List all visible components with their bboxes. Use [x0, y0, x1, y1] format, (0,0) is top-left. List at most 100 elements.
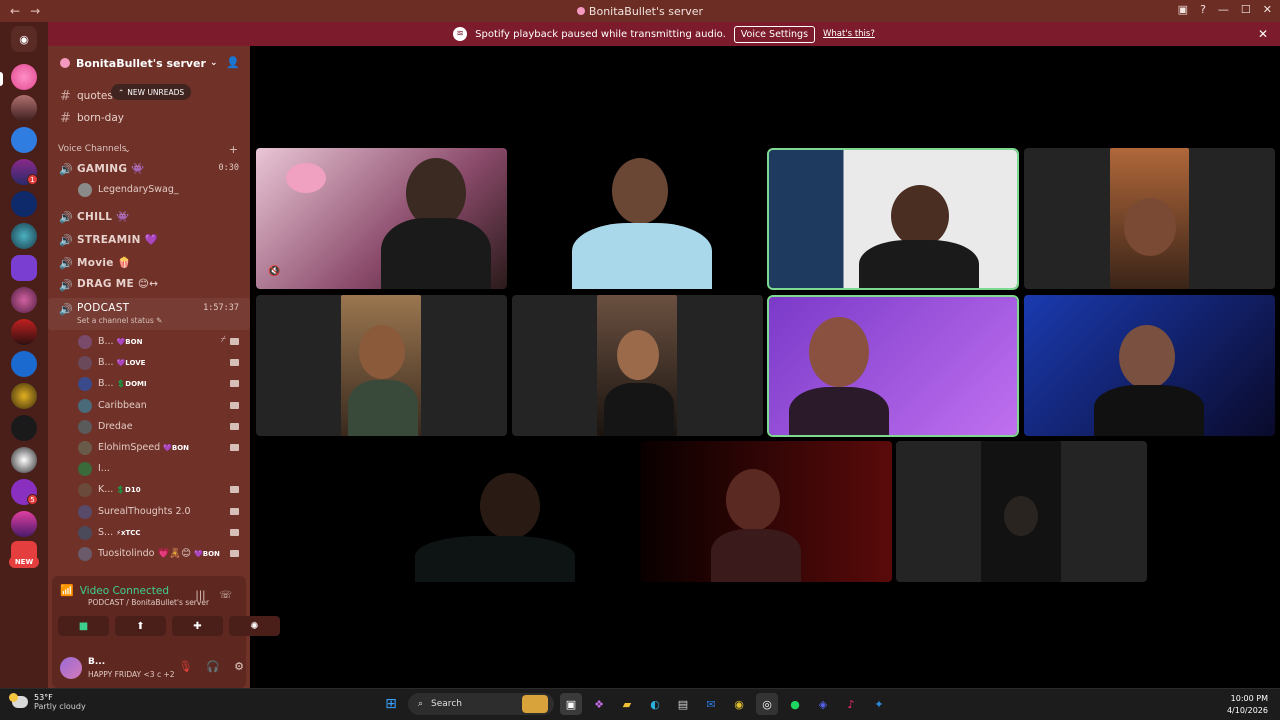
forward-button[interactable]: →: [30, 4, 40, 18]
chevron-down-icon: ⌄: [209, 58, 218, 68]
close-window-button[interactable]: ✕: [1263, 3, 1272, 16]
new-badge: NEW: [9, 556, 39, 568]
chrome-icon[interactable]: ◉: [728, 693, 750, 715]
close-notice-icon[interactable]: ✕: [1258, 27, 1268, 41]
windows-start-icon[interactable]: ⊞: [380, 693, 402, 715]
voice-member[interactable]: B... 💲DOMI: [48, 374, 250, 394]
member-name: K... 💲D10: [98, 484, 141, 495]
channel-status[interactable]: Set a channel status ✎: [77, 316, 162, 325]
copilot-icon[interactable]: ❖: [588, 693, 610, 715]
voice-channel-gaming[interactable]: 🔊 GAMING 👾 0:30: [48, 158, 250, 180]
avatar[interactable]: [60, 657, 82, 679]
voice-member[interactable]: Caribbean: [48, 396, 250, 416]
server-icon[interactable]: [11, 351, 37, 377]
screen-share-button[interactable]: ⬆: [115, 616, 166, 636]
voice-member[interactable]: I...: [48, 459, 250, 479]
video-tile[interactable]: 🔇: [256, 148, 507, 289]
voice-location[interactable]: PODCAST / BonitaBullet's server: [88, 598, 209, 607]
voice-status[interactable]: 📶 Video Connected: [60, 584, 169, 597]
voice-member[interactable]: S... ⚡xTCC: [48, 523, 250, 543]
server-icon[interactable]: [11, 511, 37, 537]
voice-category-header[interactable]: Voice Channels ⌄ +: [48, 139, 250, 159]
minimize-button[interactable]: —: [1218, 3, 1229, 16]
voice-member[interactable]: SurealThoughts 2.0: [48, 502, 250, 522]
voice-channel-podcast[interactable]: 🔊 PODCAST 1:57:37 Set a channel status ✎: [48, 298, 250, 330]
video-tile[interactable]: [1024, 148, 1275, 289]
server-icon[interactable]: [11, 64, 37, 90]
voice-channel-streamin[interactable]: 🔊 STREAMIN 💜: [48, 229, 250, 251]
add-member-icon[interactable]: 👤: [226, 56, 240, 69]
help-icon[interactable]: ?: [1200, 3, 1206, 16]
text-channel[interactable]: # born-day: [48, 108, 250, 128]
discord-icon[interactable]: ◈: [812, 693, 834, 715]
activities-button[interactable]: ✚: [172, 616, 223, 636]
new-unreads-pill[interactable]: ⌃ NEW UNREADS: [111, 84, 192, 100]
obs-icon[interactable]: ◎: [756, 693, 778, 715]
voice-channel-movie[interactable]: 🔊 Movie 🍿: [48, 252, 250, 274]
add-channel-icon[interactable]: +: [229, 143, 238, 156]
video-tile[interactable]: [767, 148, 1019, 290]
edge-icon[interactable]: ◐: [644, 693, 666, 715]
weather-widget[interactable]: 53°F Partly cloudy: [9, 693, 86, 711]
camera-button[interactable]: ■: [58, 616, 109, 636]
server-icon[interactable]: [11, 383, 37, 409]
server-icon[interactable]: [11, 415, 37, 441]
server-icon[interactable]: [11, 447, 37, 473]
video-tile[interactable]: [641, 441, 892, 582]
mail-icon[interactable]: ✉: [700, 693, 722, 715]
discord-home-icon[interactable]: ◉: [11, 26, 37, 52]
video-tile[interactable]: [512, 148, 763, 289]
user-bar: B... HAPPY FRIDAY <3 c +2 🎙 🎧 ⚙: [56, 652, 250, 686]
server-icon[interactable]: [11, 223, 37, 249]
file-explorer-icon[interactable]: ▰: [616, 693, 638, 715]
voice-member[interactable]: ElohimSpeed 💜BON: [48, 438, 250, 458]
video-tile[interactable]: [1024, 295, 1275, 436]
back-button[interactable]: ←: [10, 4, 20, 18]
video-tile[interactable]: [896, 441, 1147, 582]
server-icon[interactable]: [11, 287, 37, 313]
whats-this-link[interactable]: What's this?: [823, 29, 875, 39]
chevron-down-icon: ⌄: [124, 144, 131, 154]
channel-timer: 0:30: [218, 163, 239, 173]
clock[interactable]: 10:00 PM 4/10/2026: [1227, 693, 1268, 717]
twitch-server-icon[interactable]: [11, 255, 37, 281]
voice-panel: 📶 Video Connected PODCAST / BonitaBullet'…: [52, 576, 280, 688]
noise-suppression-icon[interactable]: |||: [195, 590, 205, 601]
voice-member[interactable]: LegendarySwag_: [48, 180, 250, 200]
user-name: B...: [88, 657, 106, 667]
voice-member[interactable]: Dredae: [48, 417, 250, 437]
voice-channel-drag-me[interactable]: 🔊 DRAG ME 😊↔: [48, 274, 250, 296]
app-icon[interactable]: ✦: [868, 693, 890, 715]
server-icon[interactable]: [11, 95, 37, 121]
video-tile[interactable]: [256, 295, 507, 436]
video-tile[interactable]: [512, 295, 763, 436]
headphones-icon[interactable]: 🎧: [206, 660, 220, 673]
server-icon[interactable]: [11, 191, 37, 217]
inbox-icon[interactable]: ▣: [1178, 3, 1188, 16]
voice-channel-chill[interactable]: 🔊 CHILL 👾: [48, 206, 250, 228]
avatar: [78, 462, 92, 477]
video-tile[interactable]: [767, 295, 1019, 437]
voice-member[interactable]: B... 💜BON ⌿: [48, 332, 250, 352]
settings-gear-icon[interactable]: ⚙: [234, 660, 244, 673]
soundboard-button[interactable]: ✺: [229, 616, 280, 636]
camera-icon: [230, 380, 239, 388]
spotify-icon[interactable]: ●: [784, 693, 806, 715]
voice-member[interactable]: B... 💜LOVE: [48, 353, 250, 373]
video-tile[interactable]: [385, 441, 636, 582]
tiktok-icon[interactable]: ♪: [840, 693, 862, 715]
voice-member[interactable]: K... 💲D10: [48, 480, 250, 500]
voice-member[interactable]: Tuositolindo 💗🧸😊 💜BON: [48, 544, 250, 564]
server-header[interactable]: BonitaBullet's server ⌄ 👤: [48, 46, 250, 80]
search-box[interactable]: ⌕ Search: [408, 693, 554, 715]
voice-channel-name: Movie 🍿: [77, 257, 132, 269]
mic-muted-icon[interactable]: 🎙: [178, 660, 192, 673]
camera-icon: [230, 359, 239, 367]
voice-settings-button[interactable]: Voice Settings: [733, 25, 816, 43]
task-view-icon[interactable]: ▣: [560, 693, 582, 715]
maximize-button[interactable]: ☐: [1241, 3, 1251, 16]
server-icon[interactable]: [11, 127, 37, 153]
server-icon[interactable]: [11, 319, 37, 345]
store-icon[interactable]: ▤: [672, 693, 694, 715]
disconnect-icon[interactable]: ☏: [219, 590, 232, 601]
